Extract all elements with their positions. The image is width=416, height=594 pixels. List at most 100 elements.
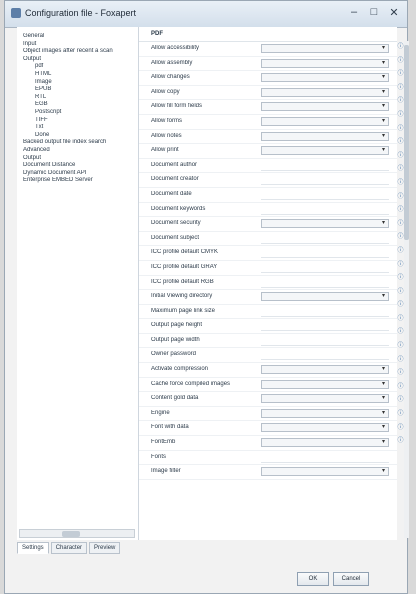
chevron-down-icon[interactable]: ▾ <box>380 381 387 388</box>
chevron-down-icon[interactable]: ▾ <box>380 293 387 300</box>
info-icon[interactable]: ⓘ <box>397 408 404 422</box>
tree-item[interactable]: Dynamic Document API <box>17 170 138 178</box>
tree-item[interactable]: EPUB <box>17 86 138 94</box>
property-text-field[interactable] <box>261 248 389 259</box>
chevron-down-icon[interactable]: ▾ <box>380 74 387 81</box>
info-icon[interactable]: ⓘ <box>397 177 404 191</box>
chevron-down-icon[interactable]: ▾ <box>380 468 387 475</box>
chevron-down-icon[interactable]: ▾ <box>380 366 387 373</box>
tree-item[interactable]: Enterprise EMBED Server <box>17 177 138 185</box>
property-text-field[interactable] <box>261 175 389 186</box>
tree-item[interactable]: Input <box>17 41 138 49</box>
property-dropdown[interactable]: ▾ <box>261 467 389 477</box>
property-dropdown[interactable]: ▾ <box>261 73 389 83</box>
info-icon[interactable]: ⓘ <box>397 259 404 273</box>
property-text-field[interactable] <box>261 190 389 200</box>
tree-item[interactable]: RTL <box>17 94 138 102</box>
info-icon[interactable]: ⓘ <box>397 41 404 55</box>
cancel-button[interactable]: Cancel <box>333 572 369 586</box>
tree-scroll-thumb[interactable] <box>62 531 80 537</box>
tree-item[interactable]: Backed output file index search <box>17 139 138 147</box>
info-icon[interactable]: ⓘ <box>397 367 404 381</box>
chevron-down-icon[interactable]: ▾ <box>380 220 387 227</box>
tree-item[interactable]: Output <box>17 56 138 64</box>
info-icon[interactable]: ⓘ <box>397 313 404 327</box>
property-text-field[interactable] <box>261 278 389 288</box>
info-icon[interactable]: ⓘ <box>397 218 404 232</box>
property-text-field[interactable] <box>261 263 389 273</box>
tree-item[interactable]: Done <box>17 132 138 140</box>
tree-item[interactable]: Image <box>17 79 138 87</box>
info-icon[interactable]: ⓘ <box>397 245 404 259</box>
chevron-down-icon[interactable]: ▾ <box>380 60 387 67</box>
property-text-field[interactable] <box>261 321 389 332</box>
property-text-field[interactable] <box>261 307 389 317</box>
title-bar[interactable]: Configuration file - Foxapert – □ ✕ <box>5 1 407 28</box>
info-icon[interactable]: ⓘ <box>397 55 404 69</box>
info-icon[interactable]: ⓘ <box>397 163 404 177</box>
info-icon[interactable]: ⓘ <box>397 123 404 137</box>
tree-item[interactable]: HTML <box>17 71 138 79</box>
tree-item[interactable]: Output <box>17 155 138 163</box>
property-dropdown[interactable]: ▾ <box>261 423 389 433</box>
property-dropdown[interactable]: ▾ <box>261 146 389 156</box>
info-icon[interactable]: ⓘ <box>397 394 404 408</box>
tree-item[interactable]: General <box>17 33 138 41</box>
chevron-down-icon[interactable]: ▾ <box>380 89 387 96</box>
tree-item[interactable]: Object images after recent a scan <box>17 48 138 56</box>
tree-item[interactable]: Postscript <box>17 109 138 117</box>
info-icon[interactable]: ⓘ <box>397 340 404 354</box>
category-tree[interactable]: General Input Object images after recent a… <box>17 27 139 540</box>
property-text-field[interactable] <box>261 350 389 361</box>
info-icon[interactable]: ⓘ <box>397 68 404 82</box>
property-text-field[interactable] <box>261 336 389 346</box>
ok-button[interactable]: OK <box>297 572 329 586</box>
chevron-down-icon[interactable]: ▾ <box>380 118 387 125</box>
info-icon[interactable]: ⓘ <box>397 82 404 96</box>
property-text-field[interactable] <box>261 161 389 171</box>
chevron-down-icon[interactable]: ▾ <box>380 439 387 446</box>
property-text-field[interactable] <box>261 234 389 244</box>
info-icon[interactable]: ⓘ <box>397 204 404 218</box>
property-dropdown[interactable]: ▾ <box>261 131 389 141</box>
info-icon[interactable]: ⓘ <box>397 136 404 150</box>
property-dropdown[interactable]: ▾ <box>261 87 389 97</box>
chevron-down-icon[interactable]: ▾ <box>380 424 387 431</box>
chevron-down-icon[interactable]: ▾ <box>380 395 387 402</box>
info-icon[interactable]: ⓘ <box>397 109 404 123</box>
property-dropdown[interactable]: ▾ <box>261 102 389 112</box>
tree-item[interactable]: pdf <box>17 63 138 71</box>
chevron-down-icon[interactable]: ▾ <box>380 45 387 52</box>
info-icon[interactable]: ⓘ <box>397 95 404 109</box>
tree-item[interactable]: Txt <box>17 124 138 132</box>
chevron-down-icon[interactable]: ▾ <box>380 133 387 140</box>
tree-item[interactable]: TIFF <box>17 117 138 125</box>
property-dropdown[interactable]: ▾ <box>261 292 389 302</box>
tree-horizontal-scrollbar[interactable] <box>19 529 135 538</box>
info-icon[interactable]: ⓘ <box>397 381 404 395</box>
property-dropdown[interactable]: ▾ <box>261 394 389 404</box>
chevron-down-icon[interactable]: ▾ <box>380 147 387 154</box>
info-icon[interactable]: ⓘ <box>397 354 404 368</box>
maximize-button[interactable]: □ <box>367 6 381 19</box>
tab-preview[interactable]: Preview <box>89 542 121 554</box>
property-dropdown[interactable]: ▾ <box>261 219 389 229</box>
property-vertical-scrollbar[interactable] <box>404 41 409 538</box>
tree-item[interactable]: Advanced <box>17 147 138 155</box>
property-dropdown[interactable]: ▾ <box>261 438 389 448</box>
info-icon[interactable]: ⓘ <box>397 231 404 245</box>
property-text-field[interactable] <box>261 453 389 463</box>
property-dropdown[interactable]: ▾ <box>261 408 389 418</box>
minimize-button[interactable]: – <box>347 6 361 19</box>
tab-character[interactable]: Character <box>50 542 88 554</box>
close-button[interactable]: ✕ <box>387 6 401 19</box>
tab-settings[interactable]: Settings <box>17 542 49 554</box>
property-dropdown[interactable]: ▾ <box>261 365 389 375</box>
chevron-down-icon[interactable]: ▾ <box>380 103 387 110</box>
info-icon[interactable]: ⓘ <box>397 299 404 313</box>
property-dropdown[interactable]: ▾ <box>261 379 389 389</box>
info-icon[interactable]: ⓘ <box>397 272 404 286</box>
property-text-field[interactable] <box>261 205 389 215</box>
property-scroll-thumb[interactable] <box>404 45 409 240</box>
property-dropdown[interactable]: ▾ <box>261 116 389 126</box>
